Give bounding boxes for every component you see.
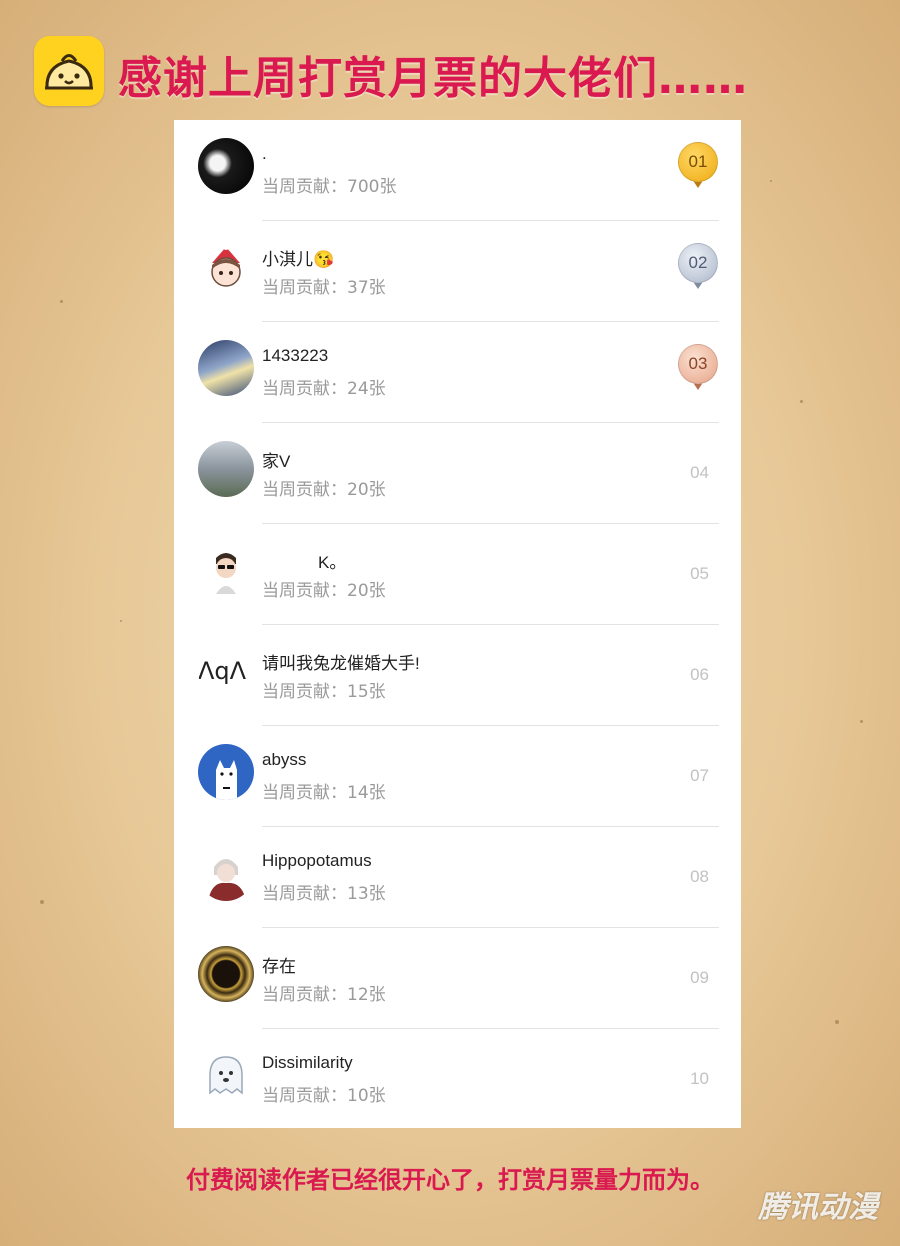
paper-speck <box>120 620 122 622</box>
rank-number: 06 <box>690 665 709 684</box>
user-name: Hippopotamus <box>262 851 372 870</box>
avatar[interactable] <box>198 239 254 295</box>
page-title: 感谢上周打赏月票的大佬们…… <box>118 53 748 104</box>
ranking-list: . 当周贡献：700张 01 小淇儿😘 当周贡献：37张 02 1433223 … <box>174 120 741 1128</box>
avatar[interactable] <box>198 340 254 396</box>
rank-number: 03 <box>688 354 708 373</box>
user-name: K。 <box>318 553 347 572</box>
user-name: abyss <box>262 750 307 769</box>
weekly-contribution: 当周贡献：10张 <box>262 1086 386 1106</box>
rank-number: 07 <box>690 766 709 785</box>
weekly-contribution: 当周贡献：37张 <box>262 278 386 298</box>
watermark-logo: 腾讯动漫 <box>758 1190 878 1225</box>
rank-number: 04 <box>690 463 709 482</box>
bronze-medal-icon: 03 <box>677 344 719 392</box>
weekly-contribution: 当周贡献：700张 <box>262 177 397 197</box>
weekly-contribution: 当周贡献：20张 <box>262 581 386 601</box>
rank-number: 10 <box>690 1069 709 1088</box>
list-item[interactable]: 家V 当周贡献：20张 04 <box>174 423 741 524</box>
user-name: 家V <box>262 452 291 471</box>
paper-speck <box>770 180 772 182</box>
list-item[interactable]: 存在 当周贡献：12张 09 <box>174 928 741 1029</box>
avatar[interactable]: ΛqΛ <box>198 643 254 699</box>
weekly-contribution: 当周贡献：24张 <box>262 379 386 399</box>
avatar[interactable] <box>198 542 254 598</box>
list-item[interactable]: abyss 当周贡献：14张 07 <box>174 726 741 827</box>
avatar[interactable] <box>198 946 254 1002</box>
gold-medal-icon: 01 <box>677 142 719 190</box>
avatar[interactable] <box>198 441 254 497</box>
list-item[interactable]: ΛqΛ 请叫我兔龙催婚大手! 当周贡献：15张 06 <box>174 625 741 726</box>
silver-medal-icon: 02 <box>677 243 719 291</box>
user-name: 存在 <box>262 957 296 976</box>
paper-speck <box>860 720 863 723</box>
user-name: 1433223 <box>262 346 329 365</box>
paper-speck <box>60 300 63 303</box>
user-name: Dissimilarity <box>262 1053 353 1072</box>
avatar[interactable] <box>198 744 254 800</box>
header: 感谢上周打赏月票的大佬们…… <box>30 30 870 110</box>
list-item[interactable]: 1433223 当周贡献：24张 03 <box>174 322 741 423</box>
user-name: . <box>262 144 267 163</box>
avatar-text: ΛqΛ <box>198 657 247 685</box>
rank-number: 05 <box>690 564 709 583</box>
paper-speck <box>40 900 44 904</box>
avatar[interactable] <box>198 1047 254 1103</box>
list-item[interactable]: 小淇儿😘 当周贡献：37张 02 <box>174 221 741 322</box>
list-item[interactable]: . 当周贡献：700张 01 <box>174 120 741 221</box>
list-item[interactable]: K。 当周贡献：20张 05 <box>174 524 741 625</box>
rank-number: 08 <box>690 867 709 886</box>
weekly-contribution: 当周贡献：13张 <box>262 884 386 904</box>
rank-number: 09 <box>690 968 709 987</box>
list-item[interactable]: Hippopotamus 当周贡献：13张 08 <box>174 827 741 928</box>
weekly-contribution: 当周贡献：12张 <box>262 985 386 1005</box>
avatar[interactable] <box>198 845 254 901</box>
user-name: 小淇儿😘 <box>262 250 335 269</box>
bun-mascot-icon <box>34 36 104 106</box>
rank-number: 02 <box>688 253 708 272</box>
list-item[interactable]: Dissimilarity 当周贡献：10张 10 <box>174 1029 741 1130</box>
paper-speck <box>835 1020 839 1024</box>
rank-number: 01 <box>688 152 708 171</box>
paper-speck <box>800 400 803 403</box>
weekly-contribution: 当周贡献：14张 <box>262 783 386 803</box>
avatar[interactable] <box>198 138 254 194</box>
weekly-contribution: 当周贡献：20张 <box>262 480 386 500</box>
weekly-contribution: 当周贡献：15张 <box>262 682 386 702</box>
user-name: 请叫我兔龙催婚大手! <box>262 654 420 673</box>
